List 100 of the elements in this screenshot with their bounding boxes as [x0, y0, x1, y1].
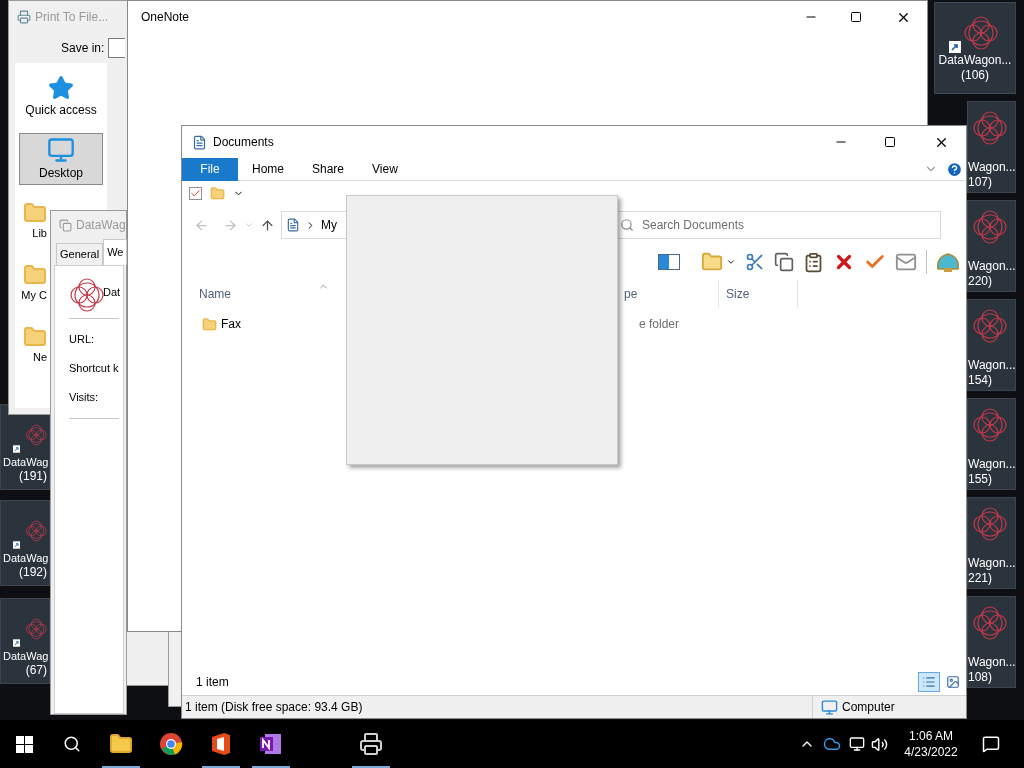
rosette-icon: [961, 13, 1001, 53]
field-label: Shortcut k: [69, 361, 120, 376]
icon-number: 220): [968, 274, 994, 289]
up-icon[interactable]: [260, 217, 275, 233]
document-icon: [192, 134, 207, 150]
rosette-icon: [970, 504, 1010, 544]
preview-pane-icon[interactable]: [658, 254, 680, 270]
item-count: 1 item: [196, 674, 229, 691]
icon-label: Wagon...: [968, 259, 1015, 274]
icon-number: 155): [968, 472, 994, 487]
notifications-icon[interactable]: [982, 735, 1000, 753]
icon-number: 221): [968, 571, 994, 586]
icon-label: DataWag: [2, 455, 49, 469]
details-view-button[interactable]: [918, 672, 940, 692]
office-icon[interactable]: [210, 732, 232, 756]
desktop-icon-tile[interactable]: DataWag (192): [0, 500, 50, 586]
printer-icon[interactable]: [359, 732, 383, 756]
column-header[interactable]: Size: [719, 280, 798, 308]
icon-number: 108): [968, 670, 994, 685]
copy-icon[interactable]: [774, 252, 794, 272]
properties-check-icon[interactable]: [189, 187, 202, 200]
icon-label: DataWagon...: [938, 53, 1012, 68]
icon-number: 154): [968, 373, 994, 388]
clock[interactable]: 1:06 AM 4/23/2022: [896, 728, 966, 760]
desktop-icon-tile[interactable]: DataWag (67): [0, 598, 50, 684]
computer-icon: [821, 698, 838, 716]
onenote-icon[interactable]: [259, 732, 283, 756]
icon-label: Wagon...: [968, 457, 1015, 472]
icon-number: (67): [25, 663, 48, 677]
desktop-icon-tile[interactable]: Wagon... 107): [967, 101, 1016, 193]
desktop-icon-tile[interactable]: Wagon... 155): [967, 398, 1016, 490]
places-item[interactable]: Lib: [19, 195, 47, 247]
file-type: e folder: [639, 316, 680, 333]
windows-start-icon[interactable]: [16, 735, 33, 753]
network-icon[interactable]: [849, 736, 865, 752]
dropdown-icon[interactable]: [726, 257, 736, 267]
shortcut-name: Dat: [103, 284, 121, 300]
star-icon: [48, 75, 74, 101]
scissors-icon[interactable]: [745, 252, 765, 272]
places-item[interactable]: Ne: [19, 319, 47, 371]
folder-icon: [202, 316, 217, 332]
running-indicator: [352, 766, 390, 768]
maximize-icon[interactable]: [850, 11, 862, 23]
ribbon-tab[interactable]: Share: [298, 157, 359, 181]
desktop-icon-tile[interactable]: Wagon... 154): [967, 299, 1016, 391]
places-item[interactable]: Desktop: [19, 133, 103, 185]
rosette-icon: [970, 207, 1010, 247]
list-icon: [922, 675, 936, 689]
envelope-icon[interactable]: [895, 251, 917, 273]
monitor-icon: [47, 136, 75, 164]
window-icon: [59, 218, 72, 232]
folder-icon[interactable]: [109, 732, 133, 756]
window-title: DataWag: [76, 217, 126, 234]
ribbon-tab[interactable]: View: [358, 157, 412, 181]
shortcut-arrow-icon: [949, 41, 961, 53]
window-title: Documents: [213, 134, 274, 151]
icon-number: 107): [968, 175, 994, 190]
cloud-icon[interactable]: [823, 735, 841, 753]
desktop-icon-tile[interactable]: Wagon... 108): [967, 596, 1016, 688]
icon-label: Wagon...: [968, 556, 1015, 571]
printer-icon: [17, 10, 31, 24]
icon-label: Wagon...: [968, 655, 1015, 670]
volume-icon[interactable]: [871, 735, 888, 753]
icon-label: Wagon...: [968, 358, 1015, 373]
document-icon: [286, 218, 300, 232]
properties-tab[interactable]: General: [56, 243, 104, 265]
running-indicator: [252, 766, 290, 768]
column-header[interactable]: Name: [182, 280, 332, 308]
desktop-icon-tile[interactable]: Wagon... 220): [967, 200, 1016, 292]
maximize-icon[interactable]: [884, 136, 896, 148]
properties-tab[interactable]: We: [103, 239, 128, 265]
places-item[interactable]: My C: [19, 257, 47, 309]
folder-icon: [23, 200, 47, 225]
file-row[interactable]: Fax e folder: [182, 312, 966, 336]
field-label: URL:: [69, 332, 96, 347]
save-in-dropdown[interactable]: [108, 38, 126, 58]
window-title: OneNote: [141, 9, 190, 26]
desktop-icon-tile[interactable]: Wagon... 221): [967, 497, 1016, 589]
icon-label: DataWag: [2, 649, 49, 663]
location-text: Computer: [842, 699, 895, 716]
ribbon-tab[interactable]: File: [182, 157, 238, 181]
shell-icon[interactable]: [936, 251, 960, 273]
clipboard-icon[interactable]: [803, 251, 824, 273]
icon-number: (192): [19, 565, 48, 579]
browser-icon[interactable]: [159, 732, 183, 756]
rosette-icon: [970, 108, 1010, 148]
icon-number: (106): [961, 68, 989, 83]
window-title: Print To File...: [35, 9, 109, 26]
field-label: Save in:: [61, 40, 105, 57]
ribbon-tab[interactable]: Home: [238, 157, 298, 181]
search-icon: [620, 218, 634, 232]
help-icon[interactable]: [946, 160, 963, 178]
icon-label: Wagon...: [968, 160, 1015, 175]
rosette-icon: [970, 603, 1010, 643]
rosette-icon: [970, 306, 1010, 346]
search-icon[interactable]: [63, 735, 81, 753]
desktop-icon-tile[interactable]: DataWagon... (106): [934, 2, 1016, 94]
column-header[interactable]: pe: [624, 280, 719, 308]
places-item[interactable]: Quick access: [19, 71, 103, 123]
folder-icon: [23, 262, 47, 287]
